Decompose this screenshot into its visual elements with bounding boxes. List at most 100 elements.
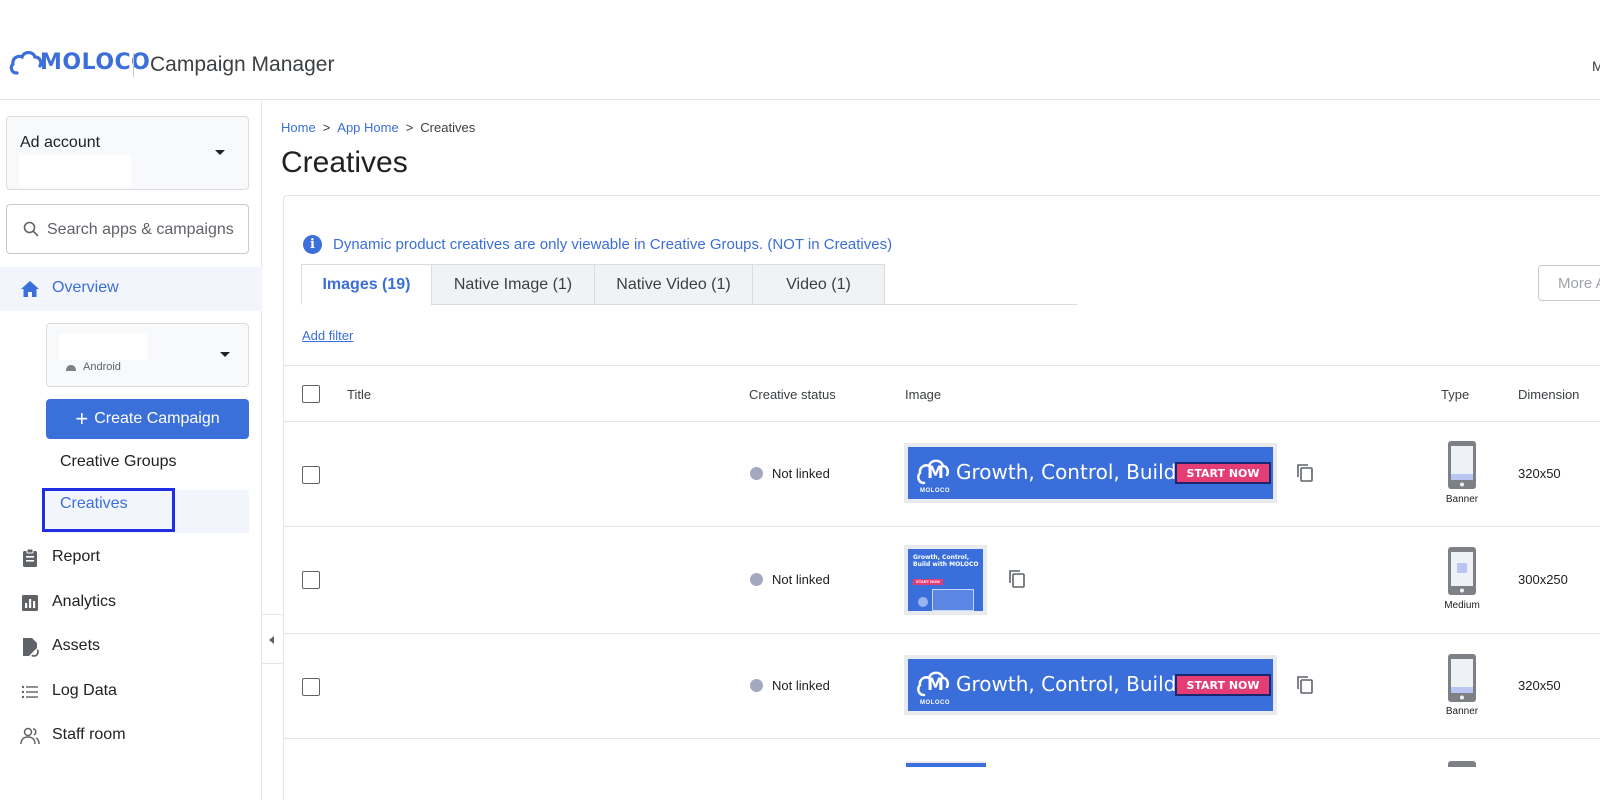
creative-dimension: 320x50 (1518, 678, 1561, 693)
creative-type: Banner (1445, 494, 1479, 505)
home-icon (21, 281, 39, 297)
android-icon (66, 365, 76, 371)
list-icon (21, 685, 38, 699)
banner-brand: MOLOCO (920, 488, 950, 494)
row-checkbox[interactable] (302, 678, 320, 696)
tab-native-image[interactable]: Native Image (1) (431, 264, 595, 305)
ad-account-select[interactable]: Ad account (6, 116, 249, 190)
create-campaign-button[interactable]: + Create Campaign (46, 399, 249, 439)
banner-logo-letter: M (927, 463, 944, 483)
breadcrumb: Home > App Home > Creatives (281, 120, 475, 135)
breadcrumb-home[interactable]: Home (281, 120, 316, 135)
nav-analytics[interactable]: Analytics (0, 583, 262, 623)
nav-assets[interactable]: Assets (0, 627, 262, 667)
banner-brand: MOLOCO (920, 700, 950, 706)
copy-icon[interactable] (1296, 675, 1314, 695)
column-header-image[interactable]: Image (905, 387, 941, 402)
medium-illustration-dot (918, 597, 928, 607)
tab-native-video[interactable]: Native Video (1) (594, 264, 753, 305)
row-divider (284, 738, 1600, 739)
create-campaign-label: Create Campaign (94, 410, 220, 427)
creative-banner-image[interactable]: M MOLOCO Growth, Control, Build START NO… (904, 443, 1277, 503)
header-divider (133, 53, 134, 77)
people-icon (20, 727, 40, 745)
search-box[interactable] (6, 204, 249, 254)
banner-headline: Growth, Control, Build (956, 672, 1177, 696)
select-all-checkbox[interactable] (302, 385, 320, 403)
creative-banner-image[interactable]: M MOLOCO Growth, Control, Build START NO… (904, 655, 1277, 715)
breadcrumb-separator: > (405, 120, 414, 135)
table-top-border (284, 365, 1600, 366)
status-dot (750, 573, 763, 586)
bar-chart-icon (22, 595, 38, 611)
creative-status: Not linked (750, 572, 830, 587)
search-input[interactable] (47, 217, 242, 243)
sidebar-collapse-handle[interactable] (262, 614, 285, 664)
phone-icon (1448, 654, 1476, 702)
chevron-down-icon (215, 150, 225, 155)
info-message: Dynamic product creatives are only viewa… (333, 236, 893, 253)
tab-images[interactable]: Images (19) (301, 264, 432, 305)
creative-dimension: 320x50 (1518, 466, 1561, 481)
nav-log-data[interactable]: Log Data (0, 672, 262, 712)
creative-status: Not linked (750, 678, 830, 693)
nav-log-data-label: Log Data (52, 682, 117, 699)
column-header-type[interactable]: Type (1441, 387, 1469, 402)
tab-video[interactable]: Video (1) (752, 264, 885, 305)
info-banner: i Dynamic product creatives are only vie… (303, 235, 892, 254)
copy-icon[interactable] (1296, 463, 1314, 483)
phone-icon (1448, 761, 1476, 767)
medium-illustration (932, 589, 974, 611)
app-title: Campaign Manager (150, 53, 335, 76)
breadcrumb-app-home[interactable]: App Home (337, 120, 398, 135)
nav-overview-label: Overview (52, 279, 119, 296)
column-header-creative-status[interactable]: Creative status (749, 387, 836, 402)
moloco-logo[interactable]: MOLOCO (8, 46, 150, 78)
creative-status-label: Not linked (772, 678, 830, 693)
breadcrumb-current: Creatives (420, 120, 476, 135)
nav-analytics-label: Analytics (52, 593, 117, 610)
app-platform-label: Android (83, 361, 121, 373)
sidebar: Ad account Overview Android + Create Cam… (0, 101, 262, 800)
nav-staff-room[interactable]: Staff room (0, 716, 262, 756)
banner-logo-letter: M (927, 675, 944, 695)
phone-icon (1448, 441, 1476, 489)
moloco-cloud-logo-icon: M MOLOCO (916, 665, 950, 706)
ad-account-value (19, 155, 131, 187)
chevron-down-icon (220, 352, 230, 357)
nav-creative-groups[interactable]: Creative Groups (60, 453, 177, 471)
phone-icon (1448, 547, 1476, 595)
column-header-title[interactable]: Title (347, 387, 371, 402)
creative-status-label: Not linked (772, 572, 830, 587)
medium-cta: START NOW (913, 579, 943, 585)
status-dot (750, 467, 763, 480)
banner-cta: START NOW (1175, 462, 1271, 484)
row-checkbox[interactable] (302, 466, 320, 484)
more-actions-button[interactable]: More A (1538, 265, 1600, 301)
app-select[interactable]: Android (46, 323, 249, 387)
app-platform: Android (65, 361, 121, 373)
creative-dimension: 300x250 (1518, 572, 1568, 587)
creative-medium-image[interactable]: Growth, Control, Build with MOLOCO START… (904, 545, 987, 615)
copy-icon[interactable] (1008, 569, 1026, 589)
info-icon: i (303, 235, 322, 254)
row-divider (284, 633, 1600, 634)
column-header-dimension[interactable]: Dimension (1518, 387, 1579, 402)
search-icon (23, 221, 39, 237)
nav-overview[interactable]: Overview (0, 267, 262, 311)
nav-report-label: Report (52, 548, 101, 565)
add-filter-link[interactable]: Add filter (302, 328, 353, 343)
moloco-cloud-logo-icon: M MOLOCO (916, 453, 950, 494)
user-menu[interactable]: M (1592, 58, 1600, 74)
clipboard-icon (23, 548, 37, 567)
nav-report[interactable]: Report (0, 538, 262, 578)
creative-type: Banner (1445, 706, 1479, 717)
row-checkbox[interactable] (302, 571, 320, 589)
banner-cta: START NOW (1175, 674, 1271, 696)
ad-account-label: Ad account (20, 134, 101, 151)
creative-status-label: Not linked (772, 466, 830, 481)
nav-assets-label: Assets (52, 637, 101, 654)
nav-creatives[interactable]: Creatives (60, 495, 128, 513)
row-divider (284, 526, 1600, 527)
banner-headline: Growth, Control, Build (956, 460, 1177, 484)
